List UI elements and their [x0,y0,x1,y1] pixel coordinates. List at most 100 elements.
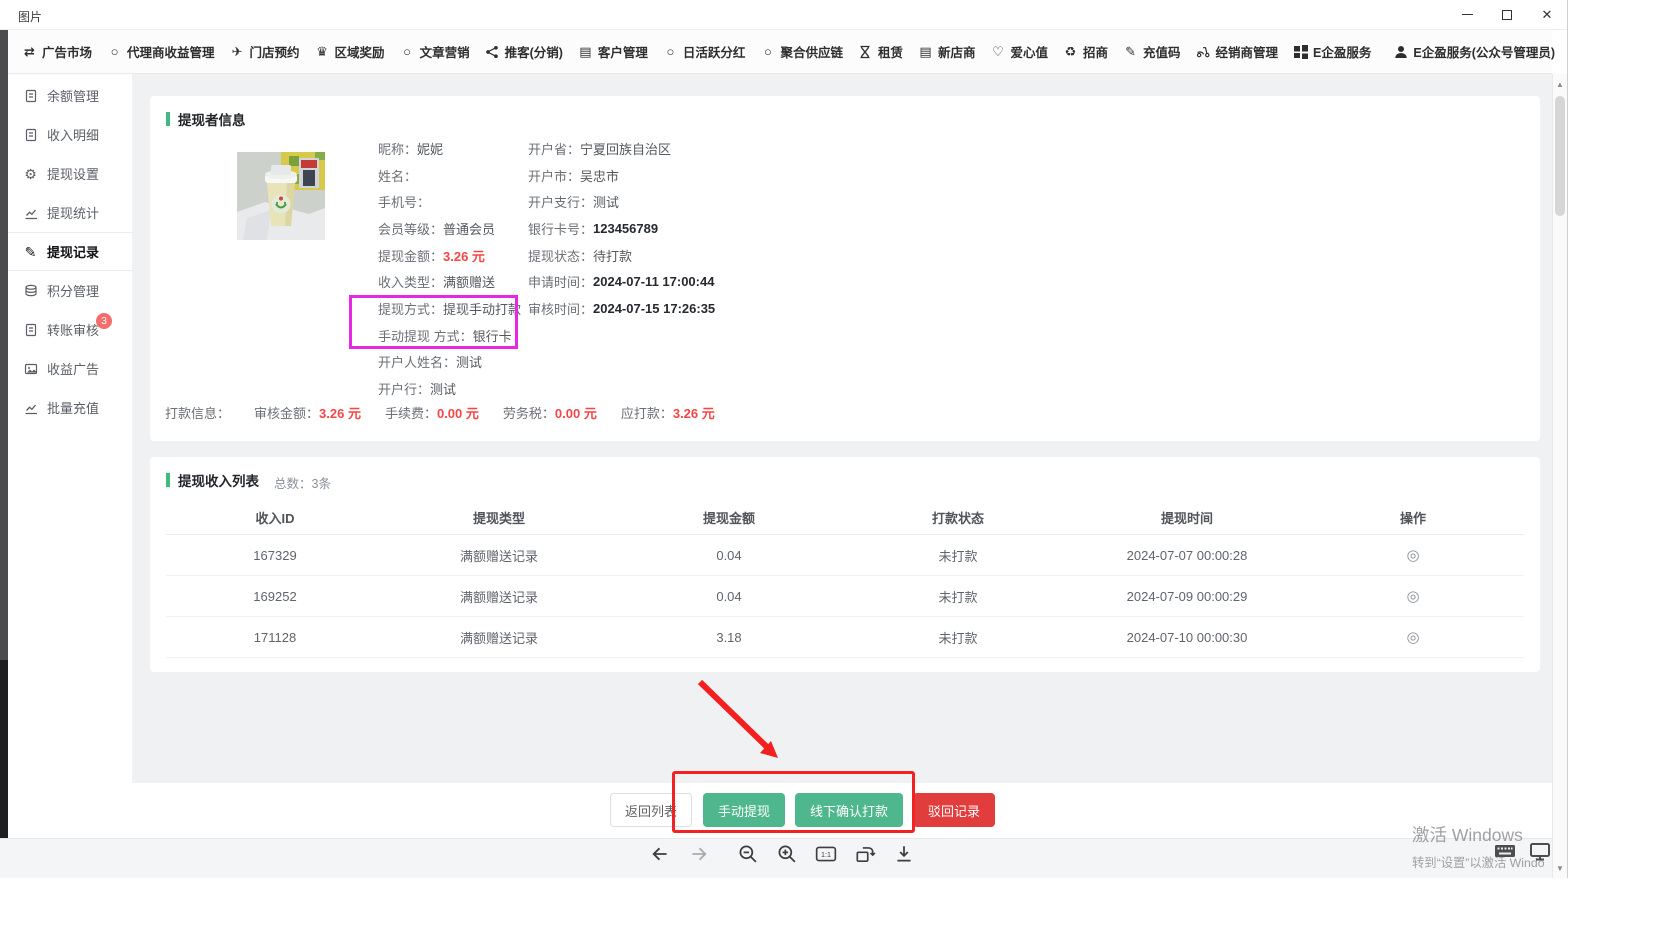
table-cell: 2024-07-07 00:00:28 [1072,548,1302,563]
nav-item-label: 客户管理 [598,42,648,61]
nav-right-item-1[interactable]: E企盈服务 [1293,42,1371,61]
back-arrow-icon[interactable] [648,842,672,866]
avatar [237,152,325,240]
info-section-title: 提现者信息 [166,109,246,129]
close-button[interactable]: ✕ [1527,0,1567,29]
sidebar-item-label: 提现设置 [47,164,99,183]
zoom-in-icon[interactable] [775,842,799,866]
eye-icon[interactable]: ◎ [1406,547,1419,564]
circle-icon: ○ [107,44,122,59]
field-value: 123456789 [593,221,658,236]
nav-item-13[interactable]: ♻招商 [1063,42,1108,61]
scroll-up-arrow-icon[interactable]: ▲ [1553,76,1567,92]
column-header: 提现金额 [614,508,844,527]
recycle-icon: ♻ [1063,44,1078,59]
nav-item-9[interactable]: ○聚合供应链 [760,42,843,61]
monitor-icon [1529,840,1551,862]
field-value: 妮妮 [417,139,443,158]
sidebar-item-1[interactable]: 余额管理 [8,76,132,115]
info-field: 开户支行：测试 [528,188,715,215]
rotate-icon[interactable] [853,842,877,866]
field-label: 昵称： [378,139,417,158]
info-fields-right: 开户省：宁夏回族自治区开户市：吴忠市开户支行：测试银行卡号：123456789提… [528,135,715,322]
payment-info-row: 打款信息： 审核金额：3.26 元手续费：0.00 元劳务税：0.00 元应打款… [165,403,715,422]
sidebar-item-3[interactable]: ⚙提现设置 [8,154,132,193]
zoom-out-icon[interactable] [736,842,760,866]
nav-item-6[interactable]: 推客(分销) [485,42,563,61]
table-cell-action: ◎ [1302,546,1524,564]
info-field: 申请时间：2024-07-11 17:00:44 [528,268,715,295]
field-label: 手机号： [378,192,430,211]
scooter-icon [1196,44,1211,59]
nav-item-12[interactable]: ♡爱心值 [990,42,1048,61]
nav-item-8[interactable]: ○日活跃分红 [663,42,746,61]
scroll-down-arrow-icon[interactable]: ▼ [1553,860,1567,876]
doc-icon [23,322,38,337]
nav-item-4[interactable]: ♛区域奖励 [315,42,385,61]
nav-right-item-2[interactable]: E企盈服务(公众号管理员) [1393,42,1555,61]
sidebar-item-9[interactable]: 批量充值 [8,388,132,427]
notification-badge: 3 [96,313,112,329]
nav-item-label: 门店预约 [250,42,300,61]
nav-item-label: 广告市场 [42,42,92,61]
sidebar-item-2[interactable]: 收入明细 [8,115,132,154]
sidebar-item-8[interactable]: 收益广告 [8,349,132,388]
download-icon[interactable] [892,842,916,866]
field-label: 审核时间： [528,299,593,318]
panel-icon: ▤ [578,44,593,59]
table-cell: 2024-07-09 00:00:29 [1072,589,1302,604]
maximize-button[interactable] [1487,0,1527,29]
nav-item-15[interactable]: 经销商管理 [1196,42,1279,61]
sidebar-item-label: 积分管理 [47,281,99,300]
doc-icon [23,127,38,142]
chart-icon [23,400,38,415]
nav-item-label: 新店商 [938,42,976,61]
minimize-button[interactable] [1447,0,1487,29]
screen: 图片 ✕ ⇄广告市场○代理商收益管理✈门店预约♛区域奖励○文章营销推客(分销)▤… [0,0,1680,941]
nav-item-10[interactable]: 租赁 [858,42,903,61]
sidebar-item-label: 收益广告 [47,359,99,378]
field-value: 满额赠送 [443,272,495,291]
field-label: 开户人姓名： [378,352,456,371]
eye-icon[interactable]: ◎ [1406,588,1419,605]
withdrawer-info-card: 提现者信息 [150,96,1540,441]
info-field: 开户市：吴忠市 [528,162,715,189]
nav-item-7[interactable]: ▤ 客户管理 [578,42,648,61]
nav-item-label: 文章营销 [420,42,470,61]
field-label: 开户支行： [528,192,593,211]
eye-icon[interactable]: ◎ [1406,629,1419,646]
actual-size-icon[interactable]: 1:1 [814,842,838,866]
share-icon [485,44,500,59]
table-cell: 未打款 [844,628,1072,647]
plane-icon: ✈ [230,44,245,59]
window-title: 图片 [18,8,42,25]
table-cell-action: ◎ [1302,587,1524,605]
sidebar-item-5[interactable]: ✎提现记录 [8,232,132,271]
field-label: 申请时间： [528,272,593,291]
info-field: 银行卡号：123456789 [528,215,715,242]
doc-icon [23,88,38,103]
sidebar-item-7[interactable]: 转账审核3 [8,310,132,349]
nav-item-11[interactable]: ▤ 新店商 [918,42,976,61]
sidebar-item-4[interactable]: 提现统计 [8,193,132,232]
field-label: 会员等级： [378,219,443,238]
nav-item-1[interactable]: ⇄广告市场 [22,42,92,61]
payment-item-label: 应打款： [621,403,673,422]
scrollbar-thumb[interactable] [1555,96,1565,216]
reject-record-button[interactable]: 驳回记录 [913,793,995,827]
stack-icon [23,283,38,298]
window-controls: ✕ [1447,0,1567,30]
sidebar-item-6[interactable]: 积分管理 [8,271,132,310]
payment-item-label: 审核金额： [254,403,319,422]
payment-item: 劳务税：0.00 元 [503,403,597,422]
panel-icon: ▤ [918,44,933,59]
info-field: 开户人姓名：测试 [378,349,521,376]
magenta-annotation-box [349,295,518,349]
nav-item-2[interactable]: ○代理商收益管理 [107,42,215,61]
nav-item-5[interactable]: ○文章营销 [400,42,470,61]
nav-item-14[interactable]: ✎充值码 [1123,42,1181,61]
forward-arrow-icon[interactable] [687,842,711,866]
nav-item-3[interactable]: ✈ 门店预约 [230,42,300,61]
field-label: 开户市： [528,166,580,185]
field-value: 3.26 元 [443,246,485,265]
